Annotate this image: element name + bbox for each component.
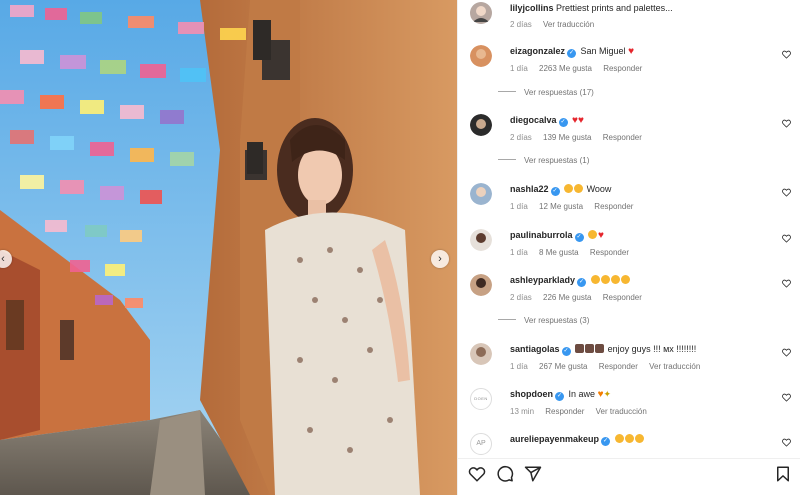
heart-eyes-emoji — [588, 230, 598, 239]
verified-badge-icon: ✓ — [574, 233, 584, 242]
like-comment-heart-icon[interactable] — [782, 438, 791, 447]
red-heart-emoji: ♥ — [598, 230, 604, 241]
heart-eyes-emoji — [600, 275, 610, 284]
heart-eyes-emoji — [614, 434, 624, 443]
reply-button[interactable]: Responder — [603, 293, 642, 302]
comment-time: 1 día — [510, 248, 528, 257]
verified-badge-icon: ✓ — [550, 187, 560, 196]
avatar[interactable] — [470, 343, 492, 365]
comment-text: enjoy guys !!! мх !!!!!!!! — [607, 344, 697, 354]
verified-badge-icon: ✓ — [558, 118, 568, 127]
like-comment-heart-icon[interactable] — [782, 234, 791, 243]
heart-eyes-emoji — [590, 275, 600, 284]
verified-badge-icon: ✓ — [567, 49, 577, 58]
heart-eyes-emoji — [610, 275, 620, 284]
post-photo[interactable]: ‹ › — [0, 0, 457, 495]
family-emoji — [585, 344, 595, 353]
like-count[interactable]: 8 Me gusta — [539, 248, 579, 257]
heart-eyes-emoji — [574, 184, 584, 193]
like-comment-heart-icon[interactable] — [782, 279, 791, 288]
caption-time: 2 días — [510, 20, 532, 29]
comment-username[interactable]: diegocalva — [510, 115, 557, 125]
like-count[interactable]: 2263 Me gusta — [539, 64, 592, 73]
sparkle-emoji: ✦ — [603, 389, 612, 399]
comment-time: 1 día — [510, 64, 528, 73]
reply-button[interactable]: Responder — [603, 64, 642, 73]
comments-panel: lilyjcollins Prettiest prints and palett… — [457, 0, 800, 495]
avatar[interactable] — [470, 229, 492, 251]
comment-text: San Miguel — [580, 46, 626, 56]
comment-time: 2 días — [510, 293, 532, 302]
avatar[interactable]: AP — [470, 433, 492, 455]
send-icon[interactable] — [524, 465, 542, 483]
reply-button[interactable]: Responder — [545, 407, 584, 416]
avatar[interactable] — [470, 2, 492, 24]
family-emoji — [575, 344, 585, 353]
family-emoji — [595, 344, 605, 353]
red-heart-emoji: ♥♥ — [572, 115, 584, 126]
like-comment-heart-icon[interactable] — [782, 119, 791, 128]
avatar[interactable] — [470, 114, 492, 136]
verified-badge-icon: ✓ — [601, 437, 611, 446]
translate-link[interactable]: Ver traducción — [649, 362, 700, 371]
reply-button[interactable]: Responder — [603, 133, 642, 142]
view-replies-button[interactable]: Ver respuestas (3) — [498, 316, 589, 325]
red-heart-emoji: ♥ — [628, 46, 635, 57]
reply-button[interactable]: Responder — [594, 202, 633, 211]
avatar[interactable] — [470, 183, 492, 205]
like-comment-heart-icon[interactable] — [782, 348, 791, 357]
comment-username[interactable]: santiagolas — [510, 344, 560, 354]
comment-username[interactable]: nashla22 — [510, 184, 549, 194]
comment-username[interactable]: eizagonzalez — [510, 46, 565, 56]
next-photo-button[interactable]: › — [431, 250, 449, 268]
verified-badge-icon: ✓ — [555, 392, 564, 401]
reply-button[interactable]: Responder — [599, 362, 638, 371]
caption-username[interactable]: lilyjcollins — [510, 3, 554, 13]
caption-text: Prettiest prints and palettes... — [556, 3, 673, 13]
heart-eyes-emoji — [624, 434, 634, 443]
like-comment-heart-icon[interactable] — [782, 188, 791, 197]
comment-username[interactable]: paulinaburrola — [510, 230, 573, 240]
like-count[interactable]: 12 Me gusta — [539, 202, 583, 211]
verified-badge-icon: ✓ — [561, 347, 571, 356]
heart-icon[interactable] — [468, 465, 486, 483]
verified-badge-icon: ✓ — [577, 278, 587, 287]
comment-icon[interactable] — [496, 465, 514, 483]
comment-time: 1 día — [510, 362, 528, 371]
translate-link[interactable]: Ver traducción — [596, 407, 647, 416]
heart-eyes-emoji — [564, 184, 574, 193]
view-replies-button[interactable]: Ver respuestas (17) — [498, 88, 594, 97]
comment-time: 13 min — [510, 407, 535, 416]
avatar[interactable]: DOEN — [470, 388, 492, 410]
like-count[interactable]: 226 Me gusta — [543, 293, 591, 302]
comment-text: Woow — [586, 184, 612, 194]
reply-button[interactable]: Responder — [590, 248, 629, 257]
heart-eyes-emoji — [634, 434, 644, 443]
like-comment-heart-icon[interactable] — [782, 50, 791, 59]
avatar[interactable] — [470, 274, 492, 296]
like-count[interactable]: 139 Me gusta — [543, 133, 591, 142]
avatar[interactable] — [470, 45, 492, 67]
comment-username[interactable]: aureliepayenmakeup — [510, 434, 599, 444]
comment-text: In awe — [568, 389, 596, 399]
view-replies-button[interactable]: Ver respuestas (1) — [498, 156, 589, 165]
translate-link[interactable]: Ver traducción — [543, 20, 594, 29]
like-comment-heart-icon[interactable] — [782, 393, 791, 402]
post-action-bar — [458, 458, 800, 488]
street-scene-image — [0, 0, 457, 495]
comment-username[interactable]: ashleyparklady — [510, 275, 575, 285]
heart-eyes-emoji — [620, 275, 630, 284]
like-count[interactable]: 267 Me gusta — [539, 362, 587, 371]
comment-username[interactable]: shopdoen — [510, 389, 553, 399]
bookmark-icon[interactable] — [774, 465, 792, 483]
comment-time: 2 días — [510, 133, 532, 142]
comment-time: 1 día — [510, 202, 528, 211]
